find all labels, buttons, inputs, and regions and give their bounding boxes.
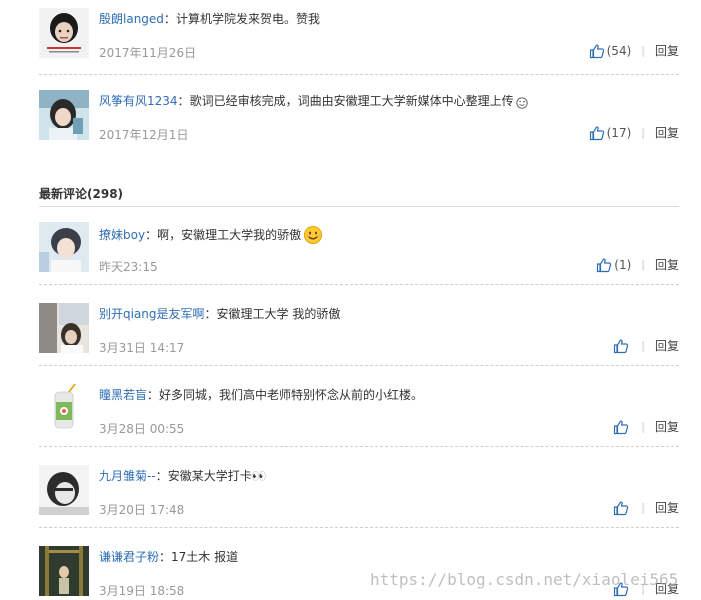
username-link[interactable]: 风筝有风1234 <box>99 94 178 108</box>
avatar[interactable] <box>39 546 89 596</box>
divider: | <box>641 420 645 433</box>
username-link[interactable]: 殷朗langed <box>99 12 164 26</box>
thumbs-up-icon <box>614 339 629 353</box>
comment-actions: (17) | 回复 <box>589 124 679 141</box>
comment-text: 安徽理工大学 我的骄傲 <box>216 307 341 321</box>
comment-item: 撩妹boy：啊，安徽理工大学我的骄傲 昨天23:15 (1) | 回复 <box>39 222 679 285</box>
comment-line: 九月雏菊--：安徽某大学打卡👀 <box>99 468 267 484</box>
username-link[interactable]: 谦谦君子粉 <box>99 550 159 564</box>
comment-text: 啊，安徽理工大学我的骄傲 <box>157 228 302 242</box>
like-button[interactable]: (54) <box>589 43 632 59</box>
comment-text: 计算机学院发来贺电。赞我 <box>175 12 320 26</box>
like-count: (17) <box>606 125 632 140</box>
comment-actions: | 回复 <box>613 499 679 516</box>
comment-date: 2017年12月1日 <box>99 128 189 142</box>
username-link[interactable]: 别开qiang是友军啊 <box>99 307 205 321</box>
comment-date: 3月31日 14:17 <box>99 341 185 355</box>
colon: ： <box>155 469 168 483</box>
smile-emoji-icon <box>304 226 323 244</box>
username-link[interactable]: 九月雏菊-- <box>99 469 156 483</box>
comment-actions: (1) | 回复 <box>596 256 679 273</box>
latest-comments-header: 最新评论(298) <box>39 185 679 207</box>
like-button[interactable] <box>613 500 631 516</box>
comment-date: 3月28日 00:55 <box>99 422 185 436</box>
username-link[interactable]: 瞳黑若盲 <box>99 388 147 402</box>
colon: ： <box>177 94 190 108</box>
comment-item: 九月雏菊--：安徽某大学打卡👀 3月20日 17:48 | 回复 <box>39 465 679 528</box>
comment-date: 昨天23:15 <box>99 260 158 274</box>
reply-button[interactable]: 回复 <box>655 337 679 354</box>
colon: ： <box>159 550 172 564</box>
comment-text: 歌词已经审核完成，词曲由安徽理工大学新媒体中心整理上传 <box>189 94 514 108</box>
reply-button[interactable]: 回复 <box>655 256 679 273</box>
colon: ： <box>147 388 160 402</box>
comment-date: 3月20日 17:48 <box>99 503 185 517</box>
colon: ： <box>163 12 176 26</box>
comment-item: 风筝有风1234：歌词已经审核完成，词曲由安徽理工大学新媒体中心整理上传 201… <box>39 90 679 150</box>
section-title: 最新评论 <box>39 187 88 201</box>
reply-button[interactable]: 回复 <box>655 42 679 59</box>
thumbs-up-icon <box>614 501 629 515</box>
colon: ： <box>204 307 217 321</box>
comment-text: 17土木 报道 <box>171 550 239 564</box>
comment-line: 别开qiang是友军啊：安徽理工大学 我的骄傲 <box>99 306 340 322</box>
comment-line: 风筝有风1234：歌词已经审核完成，词曲由安徽理工大学新媒体中心整理上传 <box>99 93 528 109</box>
avatar[interactable] <box>39 303 89 353</box>
divider: | <box>641 44 645 57</box>
comment-line: 撩妹boy：啊，安徽理工大学我的骄傲 <box>99 225 323 245</box>
comment-item: 瞳黑若盲：好多同城，我们高中老师特别怀念从前的小红楼。 3月28日 00:55 … <box>39 384 679 447</box>
watermark: https://blog.csdn.net/xiaolei565 <box>370 570 679 589</box>
comment-date: 3月19日 18:58 <box>99 584 185 598</box>
comment-count: (298) <box>87 187 124 201</box>
comment-actions: | 回复 <box>613 418 679 435</box>
thumbs-up-icon <box>589 44 604 58</box>
comment-actions: (54) | 回复 <box>589 42 679 59</box>
thumbs-up-icon <box>614 420 629 434</box>
divider: | <box>641 126 645 139</box>
comment-actions: | 回复 <box>613 337 679 354</box>
thumbs-up-icon <box>589 126 604 140</box>
like-button[interactable]: (17) <box>589 125 632 141</box>
avatar[interactable] <box>39 384 89 434</box>
comment-section: 殷朗langed：计算机学院发来贺电。赞我 2017年11月26日 (54) |… <box>0 0 701 600</box>
comment-item: 殷朗langed：计算机学院发来贺电。赞我 2017年11月26日 (54) |… <box>39 8 679 75</box>
like-button[interactable] <box>613 419 631 435</box>
comment-item: 别开qiang是友军啊：安徽理工大学 我的骄傲 3月31日 14:17 | 回复 <box>39 303 679 366</box>
avatar[interactable] <box>39 465 89 515</box>
like-count: (54) <box>606 43 632 58</box>
comment-text: 好多同城，我们高中老师特别怀念从前的小红楼。 <box>159 388 424 402</box>
avatar[interactable] <box>39 90 89 140</box>
reply-button[interactable]: 回复 <box>655 499 679 516</box>
divider: | <box>641 258 645 271</box>
username-link[interactable]: 撩妹boy <box>99 228 145 242</box>
colon: ： <box>145 228 158 242</box>
like-button[interactable]: (1) <box>596 257 631 273</box>
comment-date: 2017年11月26日 <box>99 46 197 60</box>
avatar[interactable] <box>39 8 89 58</box>
like-button[interactable] <box>613 338 631 354</box>
wink-emoji-icon <box>515 97 528 109</box>
comment-line: 瞳黑若盲：好多同城，我们高中老师特别怀念从前的小红楼。 <box>99 387 423 403</box>
comment-line: 殷朗langed：计算机学院发来贺电。赞我 <box>99 11 320 27</box>
divider: | <box>641 339 645 352</box>
comment-text: 安徽某大学打卡👀 <box>167 469 267 483</box>
comment-line: 谦谦君子粉：17土木 报道 <box>99 549 238 565</box>
like-count: (1) <box>614 257 632 272</box>
reply-button[interactable]: 回复 <box>655 418 679 435</box>
reply-button[interactable]: 回复 <box>655 124 679 141</box>
thumbs-up-icon <box>597 258 612 272</box>
avatar[interactable] <box>39 222 89 272</box>
divider: | <box>641 501 645 514</box>
